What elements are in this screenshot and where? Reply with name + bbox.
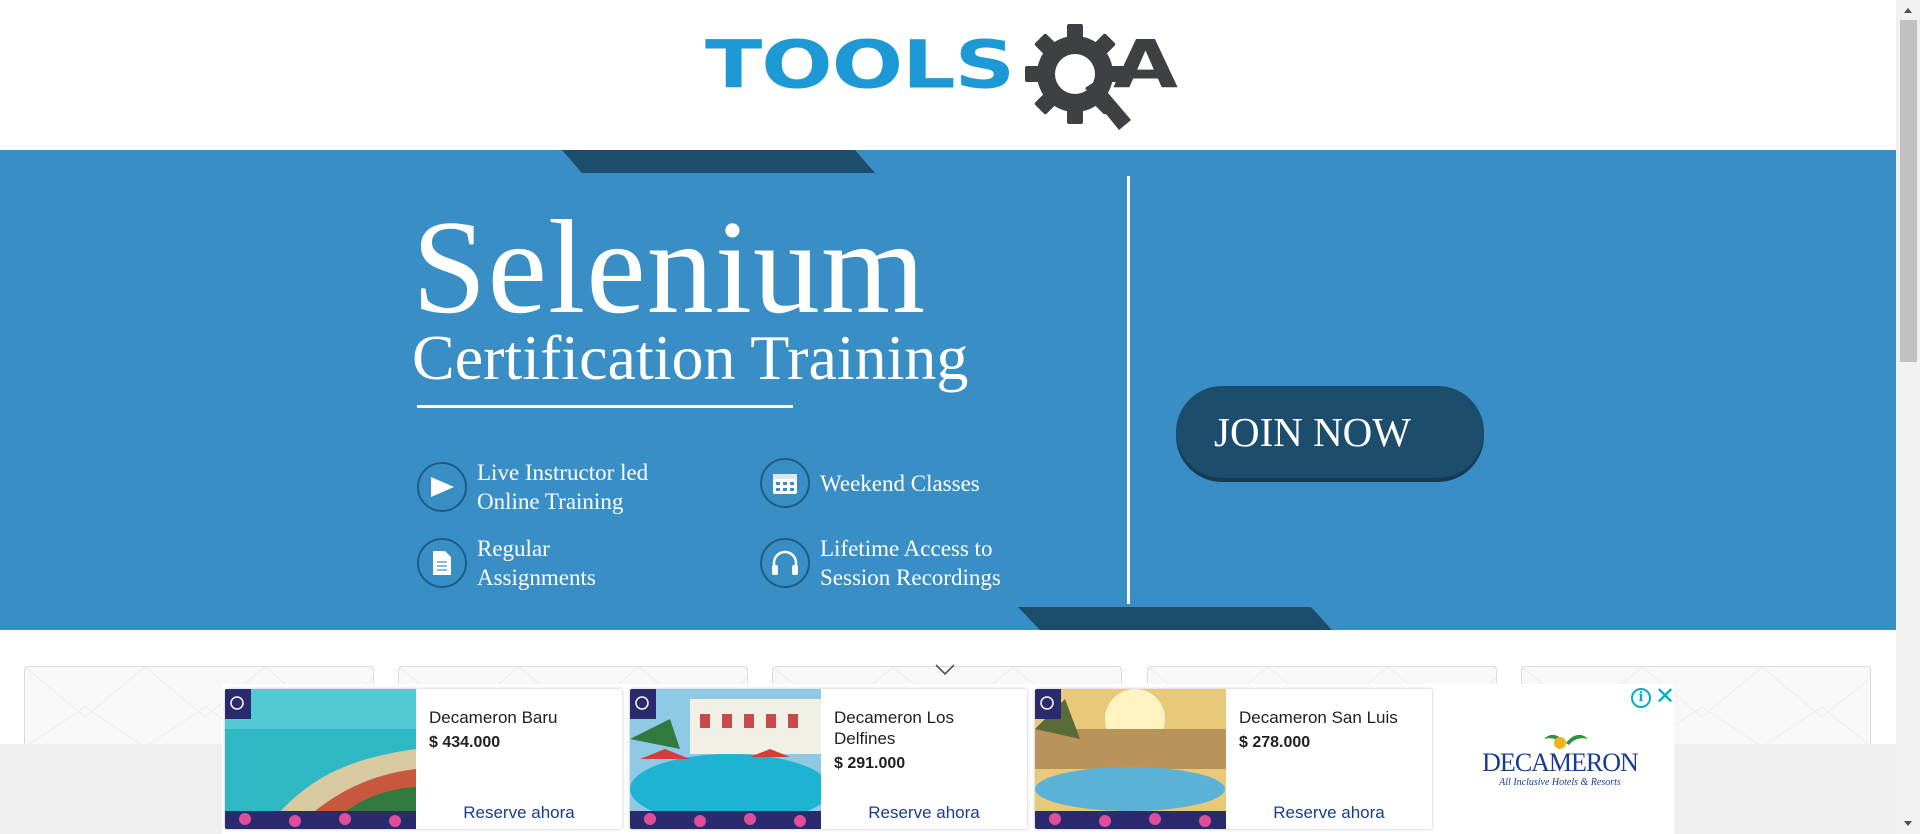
feature-live-training: Live Instructor led Online Training <box>417 458 648 516</box>
ad-item-baru[interactable]: Decameron Baru $ 434.000 Reserve ahora <box>225 689 622 829</box>
scroll-down-arrow-icon[interactable] <box>1896 814 1920 834</box>
chevron-down-icon[interactable] <box>935 664 955 676</box>
reserve-button[interactable]: Reserve ahora <box>416 803 622 823</box>
ad-hotel-price: $ 291.000 <box>834 755 906 772</box>
decameron-logo[interactable]: DECAMERON All Inclusive Hotels & Resorts <box>1470 729 1650 799</box>
selenium-training-banner[interactable]: Selenium Certification Training Live Ins… <box>0 150 1896 630</box>
feature-assignments: Regular Assignments <box>417 534 596 592</box>
scroll-up-arrow-icon[interactable] <box>1896 0 1920 20</box>
feature-text: Regular Assignments <box>477 536 596 590</box>
ad-info-icon[interactable]: i <box>1631 688 1651 708</box>
document-icon <box>417 538 467 588</box>
logo-wordmark: TOOLS <box>705 26 1015 103</box>
ad-hotel-name: Decameron Los Delfines <box>834 708 955 748</box>
ad-item-los-delfines[interactable]: Decameron Los Delfines $ 291.000 Reserve… <box>630 689 1027 829</box>
play-icon <box>417 462 467 512</box>
ad-hotel-price: $ 278.000 <box>1239 734 1311 751</box>
banner-divider <box>1127 176 1130 604</box>
feature-text: Live Instructor led Online Training <box>477 460 649 514</box>
vertical-scrollbar[interactable] <box>1896 0 1920 834</box>
feature-text: Lifetime Access to Session Recordings <box>820 536 1001 590</box>
join-now-button[interactable]: JOIN NOW <box>1176 386 1484 478</box>
hotel-los-delfines-image <box>630 689 821 829</box>
hotel-baru-image <box>225 689 416 829</box>
calendar-icon <box>760 458 810 508</box>
decameron-brand-tagline: All Inclusive Hotels & Resorts <box>1498 777 1621 788</box>
ad-hotel-name: Decameron San Luis <box>1239 708 1398 727</box>
logo-letter-a: A <box>1113 26 1179 103</box>
site-header: TOOLS A <box>0 0 1896 150</box>
decameron-brand-name: DECAMERON <box>1482 748 1639 777</box>
decameron-ad-banner[interactable]: Decameron Baru $ 434.000 Reserve ahora D… <box>222 684 1675 834</box>
feature-session-recordings: Lifetime Access to Session Recordings <box>760 534 1001 592</box>
feature-weekend-classes: Weekend Classes <box>760 458 980 508</box>
scroll-thumb[interactable] <box>1900 20 1917 362</box>
hotel-san-luis-image <box>1035 689 1226 829</box>
banner-title: Selenium <box>412 193 927 341</box>
ad-close-icon[interactable]: ✕ <box>1655 685 1675 709</box>
feature-text: Weekend Classes <box>820 470 980 496</box>
toolsqa-logo[interactable]: TOOLS A <box>705 22 1195 137</box>
ad-item-san-luis[interactable]: Decameron San Luis $ 278.000 Reserve aho… <box>1035 689 1432 829</box>
banner-subtitle: Certification Training <box>412 322 969 393</box>
headphones-icon <box>760 538 810 588</box>
ad-hotel-name: Decameron Baru <box>429 708 558 727</box>
title-underline <box>417 405 793 408</box>
reserve-button[interactable]: Reserve ahora <box>1226 803 1432 823</box>
ad-hotel-price: $ 434.000 <box>429 734 501 751</box>
reserve-button[interactable]: Reserve ahora <box>821 803 1027 823</box>
